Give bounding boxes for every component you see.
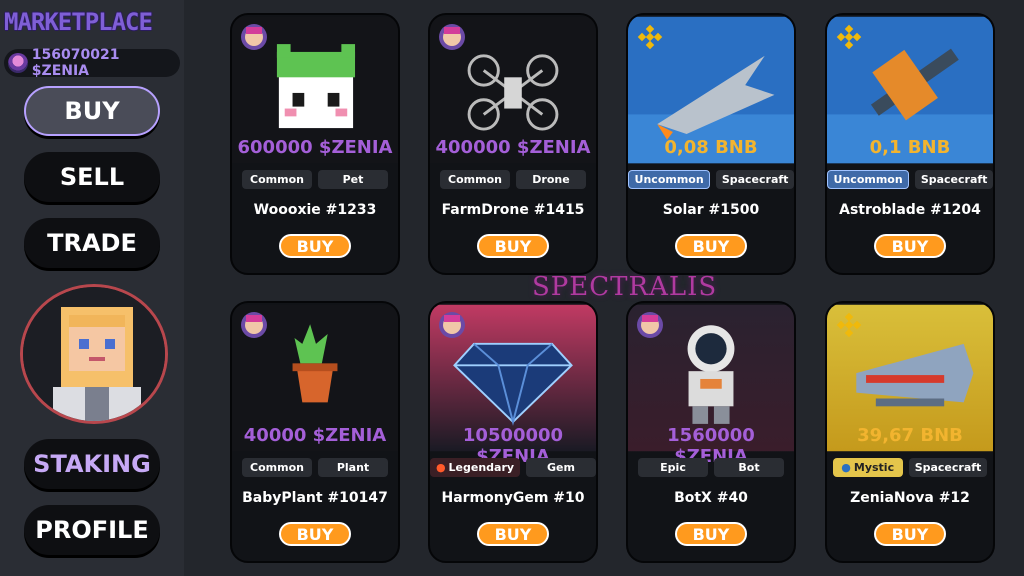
card-price: 40000 $ZENIA — [243, 425, 387, 446]
rarity-label: Legendary — [448, 461, 515, 474]
buy-button[interactable]: BUY — [477, 522, 549, 546]
marketplace-app: MARKETPLACE 156070021 $ZENIA BUY SELL TR… — [0, 0, 1024, 576]
zenia-coin-icon — [8, 53, 28, 73]
nav-sell-button[interactable]: SELL — [24, 152, 160, 202]
buy-button[interactable]: BUY — [279, 234, 351, 258]
card-name: BabyPlant #10147 — [242, 490, 388, 506]
buy-button[interactable]: BUY — [477, 234, 549, 258]
nav-buy-button[interactable]: BUY — [24, 86, 160, 136]
nav-profile-button[interactable]: PROFILE — [24, 505, 160, 555]
zenia-avatar-icon — [240, 23, 268, 51]
category-tag: Pet — [318, 170, 388, 189]
zenia-avatar-icon — [240, 311, 268, 339]
card-name: Astroblade #1204 — [839, 202, 981, 218]
category-tag: Plant — [318, 458, 388, 477]
nft-card: 40000 $ZENIA Common Plant BabyPlant #101… — [230, 301, 400, 563]
rarity-tag: ● Mystic — [832, 458, 903, 477]
rarity-tag: ● Legendary — [430, 458, 520, 477]
bnb-icon — [835, 311, 863, 339]
nav-staking-button[interactable]: STAKING — [24, 439, 160, 489]
bnb-icon — [835, 23, 863, 51]
card-tags: ● Mystic Spacecraft — [827, 458, 993, 477]
card-name: FarmDrone #1415 — [441, 202, 585, 218]
nft-card: 0,08 BNB Uncommon Spacecraft Solar #1500… — [626, 13, 796, 275]
category-tag: Drone — [516, 170, 586, 189]
card-tags: Common Plant — [232, 458, 398, 477]
nft-card: 39,67 BNB ● Mystic Spacecraft ZeniaNova … — [825, 301, 995, 563]
card-price: 400000 $ZENIA — [435, 137, 591, 158]
nav-trade-button[interactable]: TRADE — [24, 218, 160, 268]
spectralis-watermark: SPECTRALIS — [532, 272, 718, 302]
buy-button[interactable]: BUY — [874, 234, 946, 258]
card-tags: Epic Bot — [628, 458, 794, 477]
card-tags: Common Pet — [232, 170, 398, 189]
card-tags: Common Drone — [430, 170, 596, 189]
brand-title: MARKETPLACE — [4, 8, 153, 36]
zenia-avatar-icon — [438, 311, 466, 339]
pixel-girl-avatar-icon — [23, 287, 165, 421]
rarity-tag: Common — [242, 458, 312, 477]
card-name: Solar #1500 — [662, 202, 760, 218]
card-price: 0,1 BNB — [869, 137, 951, 158]
nft-card: 10500000 $ZENIA ● Legendary Gem HarmonyG… — [428, 301, 598, 563]
category-tag: Gem — [526, 458, 596, 477]
rarity-tag: Common — [440, 170, 510, 189]
buy-button[interactable]: BUY — [279, 522, 351, 546]
category-tag: Spacecraft — [908, 458, 988, 477]
card-name: HarmonyGem #10 — [441, 490, 585, 506]
card-tags: Uncommon Spacecraft — [827, 170, 993, 189]
card-price: 0,08 BNB — [664, 137, 758, 158]
rarity-tag: Epic — [638, 458, 708, 477]
card-name: ZeniaNova #12 — [850, 490, 970, 506]
card-price: 39,67 BNB — [857, 425, 963, 446]
buy-button[interactable]: BUY — [675, 522, 747, 546]
balance-pill: 156070021 $ZENIA — [4, 47, 180, 79]
nft-card: 400000 $ZENIA Common Drone FarmDrone #14… — [428, 13, 598, 275]
nft-card: 1560000 $ZENIA Epic Bot BotX #40 BUY — [626, 301, 796, 563]
card-tags: Uncommon Spacecraft — [628, 170, 794, 189]
nft-card: 0,1 BNB Uncommon Spacecraft Astroblade #… — [825, 13, 995, 275]
globe-icon: ● — [841, 461, 851, 474]
zenia-avatar-icon — [636, 311, 664, 339]
category-tag: Spacecraft — [915, 170, 993, 189]
card-price: 600000 $ZENIA — [237, 137, 393, 158]
nft-card: 600000 $ZENIA Common Pet Woooxie #1233 B… — [230, 13, 400, 275]
fire-icon: ● — [435, 461, 446, 474]
category-tag: Bot — [714, 458, 784, 477]
rarity-label: Mystic — [853, 461, 895, 474]
rarity-tag: Uncommon — [827, 170, 910, 189]
sidebar: MARKETPLACE 156070021 $ZENIA BUY SELL TR… — [0, 0, 184, 576]
buy-button[interactable]: BUY — [675, 234, 747, 258]
rarity-tag: Uncommon — [628, 170, 711, 189]
category-tag: Spacecraft — [716, 170, 794, 189]
bnb-icon — [636, 23, 664, 51]
card-name: BotX #40 — [674, 490, 748, 506]
zenia-avatar-icon — [438, 23, 466, 51]
balance-amount: 156070021 $ZENIA — [31, 47, 120, 79]
card-name: Woooxie #1233 — [253, 202, 377, 218]
user-avatar[interactable] — [20, 284, 168, 424]
buy-button[interactable]: BUY — [874, 522, 946, 546]
card-tags: ● Legendary Gem — [430, 458, 596, 477]
rarity-tag: Common — [242, 170, 312, 189]
